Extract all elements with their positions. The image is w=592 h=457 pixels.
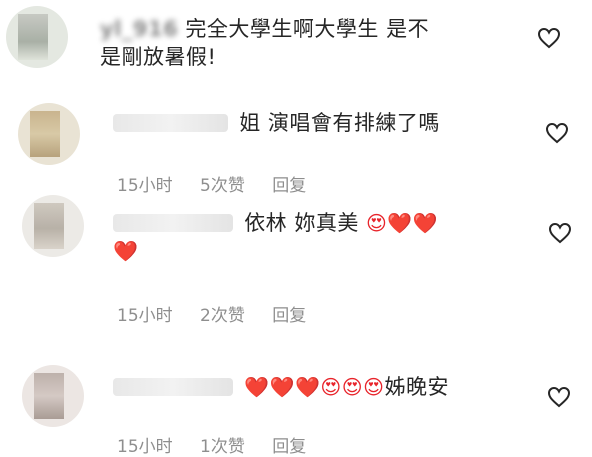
avatar[interactable] (22, 195, 84, 257)
timestamp: 15小时 (117, 306, 173, 326)
like-count[interactable]: 5次赞 (200, 176, 245, 196)
like-heart-icon[interactable] (548, 222, 574, 246)
like-count[interactable]: 1次赞 (200, 437, 245, 457)
like-count[interactable]: 2次赞 (200, 306, 245, 326)
comment-4: ❤️❤️❤️😍😍😍姊晚安 15小时 1次赞 回复 (0, 355, 592, 457)
comment-3: 依林 妳真美 😍❤️❤️ ❤️ 15小时 2次赞 回复 (0, 195, 592, 335)
comment-meta: 15小时 2次赞 回复 (117, 301, 328, 326)
avatar[interactable] (18, 103, 80, 165)
username-redacted[interactable] (113, 214, 233, 232)
comment-text: 姐 演唱會有排練了嗎 (113, 109, 440, 137)
comment-text: 依林 妳真美 😍❤️❤️ ❤️ (113, 211, 439, 263)
timestamp: 15小时 (117, 437, 173, 457)
avatar[interactable] (6, 6, 68, 68)
comment-text: yl_916 完全大學生啊大學生 是不 是剛放暑假! (100, 15, 430, 69)
timestamp: 15小时 (117, 176, 173, 196)
reply-button[interactable]: 回复 (272, 437, 306, 457)
comment-meta: 15小时 5次赞 回复 (117, 171, 328, 196)
comment-1: yl_916 完全大學生啊大學生 是不 是剛放暑假! (0, 0, 592, 95)
comment-2: 姐 演唱會有排練了嗎 15小时 5次赞 回复 (0, 95, 592, 196)
username-redacted[interactable] (113, 114, 228, 132)
comment-text: ❤️❤️❤️😍😍😍姊晚安 (113, 373, 449, 401)
reply-button[interactable]: 回复 (272, 306, 306, 326)
username[interactable]: yl_916 (100, 15, 178, 43)
username-redacted[interactable] (113, 378, 233, 396)
avatar[interactable] (22, 365, 84, 427)
like-heart-icon[interactable] (545, 122, 571, 146)
reply-button[interactable]: 回复 (272, 176, 306, 196)
comment-meta: 15小时 1次赞 回复 (117, 432, 328, 457)
like-heart-icon[interactable] (537, 27, 563, 51)
like-heart-icon[interactable] (547, 386, 573, 410)
